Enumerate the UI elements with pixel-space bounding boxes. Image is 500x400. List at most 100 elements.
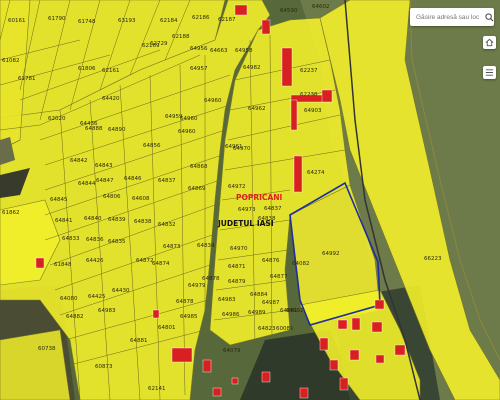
parcel-id-label: 64806 [103, 194, 121, 200]
parcel-id-label: 64982 [243, 65, 261, 71]
parcel-id-label: 62237 [300, 68, 318, 74]
parcel-id-label: 64986 [222, 312, 240, 318]
parcel-id-label: 64869 [188, 186, 206, 192]
search-box[interactable] [410, 8, 494, 26]
parcel-id-label: 64956 [190, 46, 208, 52]
parcel-id-label: 64426 [86, 258, 104, 264]
parcel-id-label: 62188 [172, 34, 190, 40]
parcel-id-label: 64970 [233, 146, 251, 152]
parcel-id-label: 64420 [102, 96, 120, 102]
parcel-id-label: 64663 [210, 48, 228, 54]
county-label: JUDETUL IASI [217, 219, 274, 228]
parcel-id-label: 61082 [2, 58, 20, 64]
parcel-id-label: 64878 [202, 276, 220, 282]
parcel-id-label: 64838 [134, 219, 152, 225]
parcel-id-label: 61790 [48, 16, 66, 22]
parcel-id-label: 64856 [143, 143, 161, 149]
layers-button[interactable] [483, 66, 496, 79]
parcel-id-label: 62184 [160, 18, 178, 24]
parcel-id-label: 63193 [118, 18, 136, 24]
parcel-id-label: 64608 [132, 196, 150, 202]
parcel-id-label: 64960 [204, 98, 222, 104]
parcel-id-label: 64842 [70, 158, 88, 164]
parcel-id-label: 64082 [292, 261, 310, 267]
parcel-id-label: 64079 [223, 348, 241, 354]
parcel-id-label: 61748 [78, 19, 96, 25]
parcel-id-label: 60161 [8, 18, 26, 24]
parcel-id-label: 64985 [180, 314, 198, 320]
search-icon[interactable] [484, 10, 494, 24]
parcel-id-label: 64987 [262, 300, 280, 306]
parcel-id-label: 64868 [190, 164, 208, 170]
parcel-id-label: 64871 [228, 264, 246, 270]
parcel-id-label: 64602 [312, 4, 330, 10]
parcel-id-label: 64844 [78, 181, 96, 187]
home-icon [485, 34, 494, 52]
parcel-id-label: 64425 [88, 294, 106, 300]
parcel-id-label: 64833 [62, 236, 80, 242]
parcel-id-label: 64847 [96, 178, 114, 184]
parcel-id-label: 64881 [130, 338, 148, 344]
parcel-id-label: 62238 [300, 92, 318, 98]
parcel-id-label: 64872 [136, 258, 154, 264]
parcel-id-label: 64874 [152, 261, 170, 267]
parcel-id-label: 64881 [280, 308, 298, 314]
parcel-id-label: 62729 [150, 41, 168, 47]
parcel-id-label: 64430 [112, 288, 130, 294]
parcel-id-label: 64979 [188, 283, 206, 289]
parcel-id-label: 66223 [424, 256, 442, 262]
parcel-id-label: 61848 [54, 262, 72, 268]
parcel-id-label: 64080 [60, 296, 78, 302]
parcel-id-label: 64839 [108, 217, 126, 223]
locality-label: POPRICANI [236, 193, 283, 202]
parcel-id-label: 64973 [238, 207, 256, 213]
parcel-id-label: 64879 [228, 279, 246, 285]
parcel-id-label: 64903 [304, 108, 322, 114]
search-input[interactable] [414, 12, 484, 22]
parcel-id-label: 64846 [124, 176, 142, 182]
parcel-id-label: 60738 [38, 346, 56, 352]
parcel-id-label: 62161 [102, 68, 120, 74]
parcel-id-label: 64843 [95, 163, 113, 169]
parcel-id-label: 64882 [66, 314, 84, 320]
parcel-id-label: 64832 [158, 222, 176, 228]
parcel-id-label: 64836 [86, 237, 104, 243]
parcel-id-label: 64274 [307, 170, 325, 176]
parcel-id-label: 64960 [178, 129, 196, 135]
parcel-id-label: 64958 [235, 48, 253, 54]
parcel-id-label: 64989 [248, 310, 266, 316]
parcel-id-label: 62020 [48, 116, 66, 122]
parcel-id-label: 64877 [270, 274, 288, 280]
parcel-id-label: 64835 [108, 239, 126, 245]
parcel-id-label: 64970 [230, 246, 248, 252]
home-button[interactable] [483, 36, 496, 49]
parcel-id-label: 64837 [158, 178, 176, 184]
parcel-id-label: 64590 [280, 8, 298, 14]
parcel-id-label: 64884 [250, 292, 268, 298]
parcel-id-label: 64972 [228, 184, 246, 190]
parcel-id-label: 64840 [84, 216, 102, 222]
parcel-id-label: 62186 [192, 15, 210, 21]
parcel-id-label: 64957 [190, 66, 208, 72]
parcel-id-label: 64834 [197, 243, 215, 249]
parcel-id-label: 64845 [50, 197, 68, 203]
parcel-id-label: 64983 [98, 308, 116, 314]
parcel-id-label: 61781 [18, 76, 36, 82]
parcel-id-label: 64873 [163, 244, 181, 250]
layers-icon [485, 64, 494, 82]
parcel-id-label: 64823 [258, 326, 276, 332]
parcel-id-label: 61862 [2, 210, 20, 216]
parcel-id-label: 60081 [276, 326, 294, 332]
parcel-id-label: 64888 [85, 126, 103, 132]
parcel-id-label: 60873 [95, 364, 113, 370]
parcel-id-label: 64962 [248, 106, 266, 112]
parcel-id-label: 64992 [322, 251, 340, 257]
parcel-id-label: 62141 [148, 386, 166, 392]
parcel-id-label: 64890 [108, 127, 126, 133]
parcel-id-label: 64801 [158, 325, 176, 331]
parcel-id-label: 64841 [55, 218, 73, 224]
parcel-map[interactable]: 60161 61790 61748 63193 62184 62186 62187 64602… [0, 0, 500, 400]
parcel-id-label: 64960 [180, 116, 198, 122]
parcel-id-label: 64876 [262, 258, 280, 264]
parcel-id-label: 64837 [264, 206, 282, 212]
